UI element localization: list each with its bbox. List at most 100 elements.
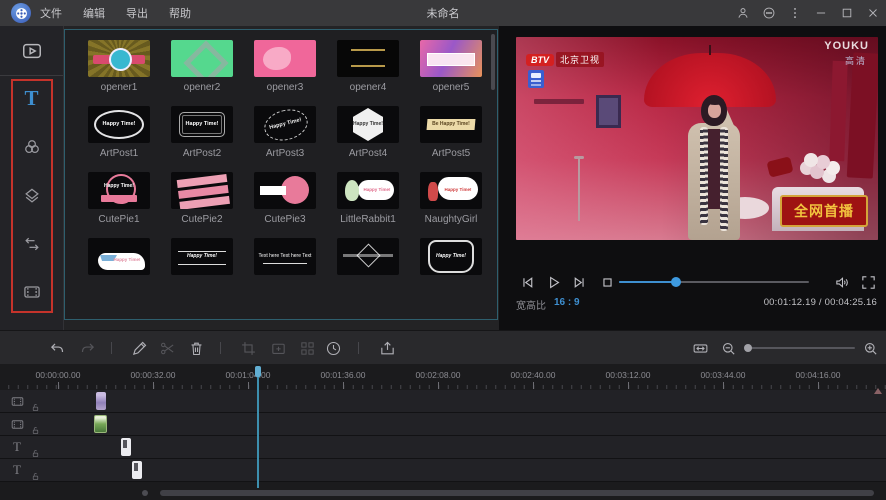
fullscreen-icon[interactable]	[858, 272, 878, 292]
track-row-3[interactable]: T	[0, 436, 886, 459]
horizontal-scrollbar[interactable]	[0, 488, 886, 498]
maximize-button[interactable]	[839, 6, 854, 21]
template-thumbnail[interactable]	[337, 238, 399, 275]
duration-button[interactable]	[323, 338, 343, 358]
sidebar-item-media[interactable]	[0, 26, 63, 76]
scrollbar-thumb[interactable]	[160, 490, 874, 496]
library-item-opener4[interactable]: opener4	[337, 40, 420, 93]
delete-button[interactable]	[186, 338, 206, 358]
undo-button[interactable]	[47, 338, 67, 358]
library-item-ArtPost3[interactable]: Happy Time! ArtPost3	[254, 106, 337, 159]
library-item[interactable]: Happy Time!	[88, 238, 171, 275]
template-thumbnail[interactable]	[171, 172, 233, 209]
template-thumbnail[interactable]: Happy Time!	[88, 106, 150, 143]
crop-button[interactable]	[238, 338, 258, 358]
template-thumbnail[interactable]: Happy Time!	[171, 238, 233, 275]
track-lock-icon[interactable]	[31, 468, 41, 478]
library-item-ArtPost1[interactable]: Happy Time!ArtPost1	[88, 106, 171, 159]
library-item-CutePie1[interactable]: Happy Time!CutePie1	[88, 172, 171, 225]
library-item-opener2[interactable]: opener2	[171, 40, 254, 93]
template-thumbnail[interactable]: Happy Time!	[337, 172, 399, 209]
playhead[interactable]	[257, 366, 259, 488]
feedback-icon[interactable]	[761, 6, 776, 21]
template-thumbnail[interactable]	[254, 40, 316, 77]
track-row-1[interactable]	[0, 390, 886, 413]
zoom-frame-button[interactable]	[268, 338, 288, 358]
sidebar-item-text[interactable]: T	[0, 81, 63, 115]
template-label: opener4	[337, 82, 399, 93]
menu-item-1[interactable]: 编辑	[83, 5, 105, 21]
library-item-CutePie3[interactable]: CutePie3	[254, 172, 337, 225]
library-item-ArtPost4[interactable]: Happy Time!ArtPost4	[337, 106, 420, 159]
track-row-2[interactable]	[0, 413, 886, 436]
stop-button[interactable]	[597, 272, 617, 292]
split-button[interactable]	[157, 338, 177, 358]
template-thumbnail[interactable]: Happy Time!	[420, 172, 482, 209]
play-button[interactable]	[543, 272, 563, 292]
library-item-CutePie2[interactable]: CutePie2	[171, 172, 254, 225]
library-scrollbar[interactable]	[491, 34, 495, 90]
timeline-clip[interactable]	[96, 392, 106, 410]
template-thumbnail[interactable]	[254, 172, 316, 209]
track-row-4[interactable]: T	[0, 459, 886, 482]
zoom-slider-handle[interactable]	[744, 344, 752, 352]
library-item[interactable]	[337, 238, 420, 275]
account-icon[interactable]	[735, 6, 750, 21]
template-thumbnail[interactable]	[171, 40, 233, 77]
aspect-ratio-value[interactable]: 16 : 9	[554, 297, 580, 308]
template-thumbnail[interactable]: Happy Time!	[337, 106, 399, 143]
redo-button[interactable]	[77, 338, 97, 358]
timeline-zoom-slider[interactable]	[745, 347, 855, 349]
edit-button[interactable]	[129, 338, 149, 358]
timeline-clip[interactable]	[132, 461, 142, 479]
template-thumbnail[interactable]: Happy Time!	[254, 106, 316, 143]
track-lock-icon[interactable]	[31, 422, 41, 432]
library-item-opener3[interactable]: opener3	[254, 40, 337, 93]
library-item-NaughtyGirl[interactable]: Happy Time!NaughtyGirl	[420, 172, 498, 225]
next-frame-button[interactable]	[569, 272, 589, 292]
fit-timeline-button[interactable]	[690, 338, 710, 358]
track-lock-icon[interactable]	[31, 445, 41, 455]
timeline-clip[interactable]	[121, 438, 131, 456]
track-lock-icon[interactable]	[31, 399, 41, 409]
previous-frame-button[interactable]	[517, 272, 537, 292]
library-item-opener1[interactable]: opener1	[88, 40, 171, 93]
seek-handle[interactable]	[671, 277, 681, 287]
sidebar-item-elements[interactable]	[0, 275, 63, 309]
scroll-up-arrow[interactable]	[874, 388, 882, 394]
zoom-out-button[interactable]	[718, 338, 738, 358]
menu-item-3[interactable]: 帮助	[169, 5, 191, 21]
minimize-button[interactable]	[813, 6, 828, 21]
seek-slider[interactable]	[619, 281, 809, 283]
template-label: ArtPost3	[254, 148, 316, 159]
menu-item-0[interactable]: 文件	[40, 5, 62, 21]
template-thumbnail[interactable]	[88, 40, 150, 77]
sidebar-item-transitions[interactable]	[0, 227, 63, 261]
library-item[interactable]: Happy Time!	[420, 238, 498, 275]
template-thumbnail[interactable]: Be Happy Time!	[420, 106, 482, 143]
library-item[interactable]: Happy Time!	[171, 238, 254, 275]
export-button[interactable]	[377, 338, 397, 358]
mosaic-button[interactable]	[297, 338, 317, 358]
template-thumbnail[interactable]: Happy Time!	[88, 238, 150, 275]
template-thumbnail[interactable]: Happy Time!	[171, 106, 233, 143]
timeline-clip[interactable]	[94, 415, 107, 433]
zoom-in-button[interactable]	[860, 338, 880, 358]
template-thumbnail[interactable]: Happy Time!	[88, 172, 150, 209]
library-item-ArtPost5[interactable]: Be Happy Time!ArtPost5	[420, 106, 498, 159]
template-thumbnail[interactable]: Happy Time!	[420, 238, 482, 275]
sidebar-item-filters[interactable]	[0, 130, 63, 164]
library-item-opener5[interactable]: opener5	[420, 40, 498, 93]
menu-item-2[interactable]: 导出	[126, 5, 148, 21]
template-thumbnail[interactable]	[420, 40, 482, 77]
template-thumbnail[interactable]	[337, 40, 399, 77]
volume-icon[interactable]	[832, 272, 852, 292]
library-item[interactable]: Text here Text here Text	[254, 238, 337, 275]
sidebar-item-overlays[interactable]	[0, 179, 63, 213]
close-button[interactable]	[865, 6, 880, 21]
library-item-ArtPost2[interactable]: Happy Time!ArtPost2	[171, 106, 254, 159]
template-thumbnail[interactable]: Text here Text here Text	[254, 238, 316, 275]
video-frame[interactable]: BTV 北京卫视 YOUKU 高清 全网首播	[516, 37, 878, 240]
more-menu-icon[interactable]	[787, 6, 802, 21]
library-item-LittleRabbit1[interactable]: Happy Time!LittleRabbit1	[337, 172, 420, 225]
